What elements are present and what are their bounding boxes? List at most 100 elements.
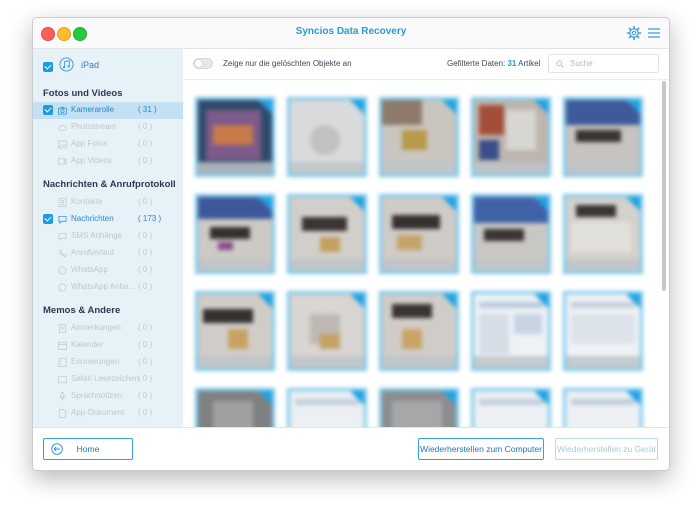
sidebar-item-app-videos[interactable]: App Videos ( 0 ) — [33, 153, 183, 170]
photo-thumbnail[interactable] — [379, 388, 459, 427]
footer-bar: Home Wiederherstellen zum Computer Wiede… — [33, 427, 669, 470]
attachment-icon — [58, 232, 67, 241]
sidebar-item-count: ( 173 ) — [138, 214, 162, 223]
sidebar-item-notes[interactable]: Anmerkungen ( 0 ) — [33, 320, 183, 337]
home-button-label: Home — [76, 444, 100, 454]
sidebar-item-count: ( 0 ) — [138, 122, 153, 131]
music-icon — [59, 57, 74, 72]
photo-thumbnail[interactable] — [195, 194, 275, 274]
sidebar-item-label: Nachrichten — [71, 214, 114, 223]
photo-thumbnail[interactable] — [563, 97, 643, 177]
sidebar-item-calendar[interactable]: Kalender ( 0 ) — [33, 337, 183, 354]
sidebar-item-count: ( 0 ) — [138, 391, 153, 400]
gear-icon[interactable] — [626, 25, 642, 41]
calendar-icon — [58, 341, 67, 350]
bookmark-icon — [58, 375, 67, 384]
camera-icon — [58, 106, 67, 115]
sidebar-item-label: Safari Lesezeichen — [71, 374, 140, 383]
window-title: Syncios Data Recovery — [295, 26, 407, 37]
sidebar-item-label: App-Dokument — [71, 408, 125, 417]
device-checkbox[interactable] — [43, 62, 53, 72]
contacts-icon — [58, 198, 67, 207]
sidebar-item-label: Anmerkungen — [71, 323, 121, 332]
filter-summary: Gefilterte Daten: 31 Artikel — [447, 59, 540, 68]
sidebar-item-photostream[interactable]: Photostream ( 0 ) — [33, 119, 183, 136]
messages-checkbox[interactable] — [43, 214, 53, 224]
sidebar-item-count: ( 0 ) — [138, 323, 153, 332]
sidebar-item-count: ( 0 ) — [138, 197, 153, 206]
photo-thumbnail[interactable] — [195, 291, 275, 371]
reminder-icon — [58, 358, 67, 367]
filter-prefix: Gefilterte Daten: — [447, 59, 506, 68]
sidebar-item-label: Sprachnotizen — [71, 391, 123, 400]
sidebar-item-count: ( 0 ) — [138, 340, 153, 349]
sidebar-item-label: SMS Anhänge — [71, 231, 123, 240]
sidebar-item-voice-memos[interactable]: Sprachnotizen ( 0 ) — [33, 388, 183, 405]
sidebar-item-count: ( 0 ) — [138, 408, 153, 417]
section-title-memos: Memos & Andere — [43, 305, 121, 316]
sidebar-item-label: Kontakte — [71, 197, 103, 206]
restore-to-device-button[interactable]: Wiederherstellen zu Gerät — [555, 438, 658, 460]
photo-thumbnail[interactable] — [287, 388, 367, 427]
sidebar-item-whatsapp[interactable]: WhatsApp ( 0 ) — [33, 262, 183, 279]
photo-thumbnail[interactable] — [563, 291, 643, 371]
photo-icon — [58, 140, 67, 149]
sidebar: iPad Fotos und Videos Kamerarolle ( 31 )… — [33, 49, 183, 427]
sidebar-item-label: Photostream — [71, 122, 117, 131]
sidebar-item-sms-attachments[interactable]: SMS Anhänge ( 0 ) — [33, 228, 183, 245]
photo-thumbnail[interactable] — [379, 291, 459, 371]
document-icon — [58, 409, 67, 418]
sidebar-item-reminders[interactable]: Erinnerungen ( 0 ) — [33, 354, 183, 371]
section-title-photos: Fotos und Videos — [43, 88, 123, 99]
photo-thumbnail[interactable] — [287, 194, 367, 274]
photo-thumbnail[interactable] — [195, 97, 275, 177]
sidebar-item-label: Kamerarolle — [71, 105, 115, 114]
sidebar-item-app-photos[interactable]: App Fotos ( 0 ) — [33, 136, 183, 153]
photo-grid — [184, 80, 669, 427]
photo-thumbnail[interactable] — [287, 291, 367, 371]
photo-thumbnail[interactable] — [563, 388, 643, 427]
photo-thumbnail[interactable] — [287, 97, 367, 177]
sidebar-item-count: ( 0 ) — [138, 282, 153, 291]
photo-thumbnail[interactable] — [471, 291, 551, 371]
video-icon — [58, 158, 67, 165]
sidebar-item-label: App Videos — [71, 156, 112, 165]
photo-thumbnail[interactable] — [471, 194, 551, 274]
photo-thumbnail[interactable] — [471, 97, 551, 177]
search-input[interactable]: Suche — [548, 54, 659, 73]
camera-roll-checkbox[interactable] — [43, 105, 53, 115]
photo-thumbnail[interactable] — [379, 194, 459, 274]
photo-thumbnail[interactable] — [379, 97, 459, 177]
sidebar-item-count: ( 0 ) — [138, 139, 153, 148]
home-button[interactable]: Home — [43, 438, 133, 460]
photo-thumbnail[interactable] — [563, 194, 643, 274]
restore-to-computer-button[interactable]: Wiederherstellen zum Computer — [418, 438, 544, 460]
device-row[interactable]: iPad — [33, 49, 183, 81]
sidebar-item-count: ( 0 ) — [138, 265, 153, 274]
sidebar-item-contacts[interactable]: Kontakte ( 0 ) — [33, 194, 183, 211]
menu-icon[interactable] — [646, 25, 662, 41]
sidebar-item-messages[interactable]: Nachrichten ( 173 ) — [33, 211, 183, 228]
sidebar-item-camera-roll[interactable]: Kamerarolle ( 31 ) — [33, 102, 183, 119]
sidebar-item-call-history[interactable]: Anrufverlauf ( 0 ) — [33, 245, 183, 262]
app-window: Syncios Data Recovery iPad Fotos und Vid… — [32, 17, 670, 471]
attachment-icon — [58, 283, 67, 292]
message-icon — [58, 215, 67, 224]
sidebar-item-count: ( 0 ) — [138, 357, 153, 366]
photo-thumbnail[interactable] — [471, 388, 551, 427]
section-title-messages: Nachrichten & Anrufprotokoll — [43, 179, 176, 190]
search-icon — [556, 60, 564, 68]
deleted-only-toggle[interactable] — [193, 58, 213, 69]
back-arrow-icon — [51, 443, 63, 455]
photo-thumbnail[interactable] — [195, 388, 275, 427]
filter-count: 31 — [507, 59, 517, 68]
whatsapp-icon — [58, 266, 67, 275]
sidebar-item-safari-bookmarks[interactable]: Safari Lesezeichen ( 0 ) — [33, 371, 183, 388]
toolbar: Zeige nur die gelöschten Objekte an Gefi… — [184, 49, 669, 80]
content-scrollbar[interactable] — [662, 81, 666, 291]
sidebar-item-whatsapp-attachments[interactable]: WhatsApp Anha... ( 0 ) — [33, 279, 183, 296]
sidebar-item-count: ( 31 ) — [138, 105, 157, 114]
sidebar-item-app-document[interactable]: App-Dokument ( 0 ) — [33, 405, 183, 422]
sidebar-item-label: WhatsApp — [71, 265, 108, 274]
sidebar-item-count: ( 0 ) — [138, 248, 153, 257]
